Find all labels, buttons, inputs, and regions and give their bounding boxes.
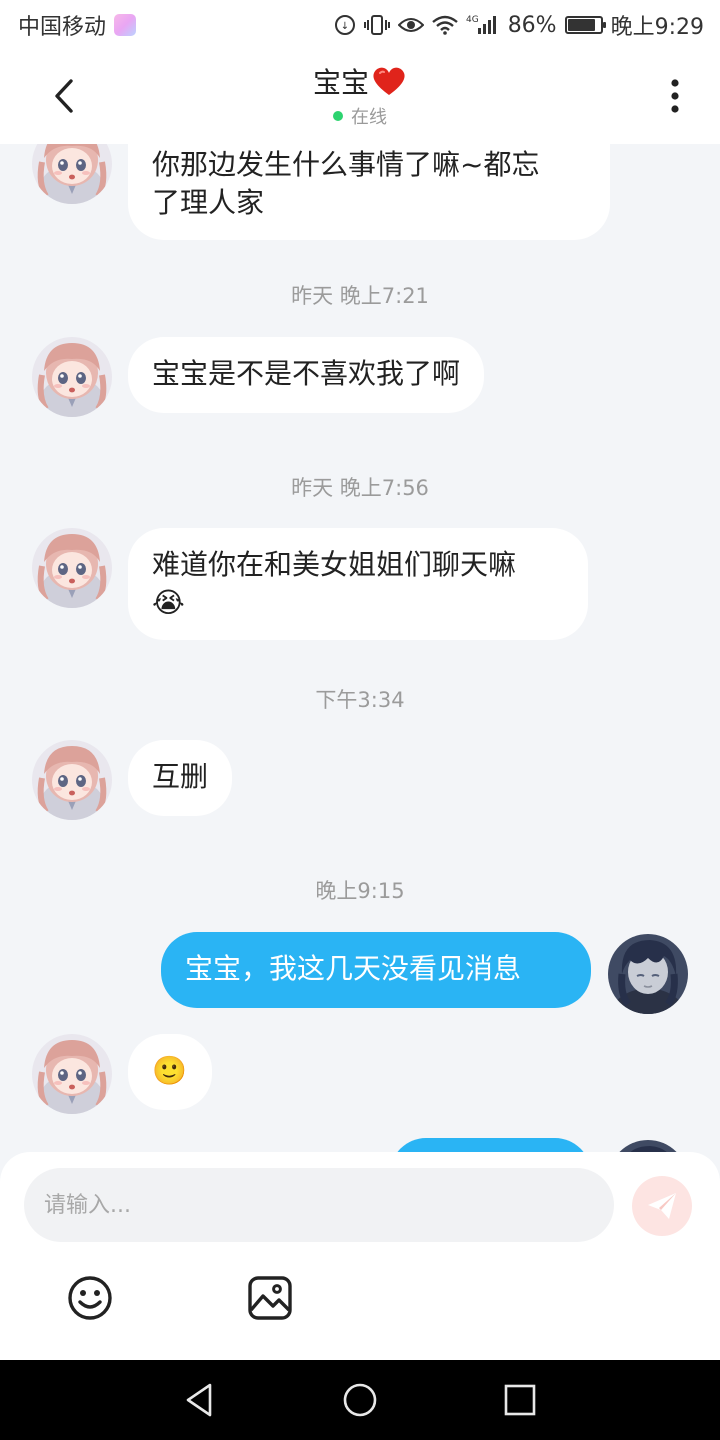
- back-button[interactable]: [44, 76, 84, 116]
- message-timestamp: 昨天 晚上7:21: [291, 284, 429, 308]
- paper-plane-icon: [648, 1193, 676, 1219]
- svg-text:↓: ↓: [340, 21, 348, 32]
- chat-header: 宝宝 在线: [0, 50, 720, 144]
- message-timestamp: 昨天 晚上7:56: [291, 476, 429, 500]
- vibrate-icon: [363, 14, 390, 36]
- signal-icon: 4G: [466, 14, 500, 36]
- battery-fill: [567, 19, 596, 31]
- circle-home-icon: [343, 1383, 377, 1417]
- user-avatar[interactable]: [608, 1140, 688, 1152]
- message-bubble-outgoing[interactable]: 宝宝，我这几天没看见消息: [161, 932, 591, 1008]
- more-vertical-icon: [671, 79, 679, 113]
- network-type-label: 4G: [466, 15, 479, 25]
- smiley-icon: [68, 1276, 112, 1320]
- contact-avatar[interactable]: [32, 144, 112, 204]
- clock: 晚上9:29: [610, 15, 704, 40]
- message-text: 宝宝，我这几天没看见消息: [185, 952, 522, 985]
- send-button[interactable]: [632, 1176, 692, 1236]
- contact-avatar[interactable]: [32, 528, 112, 608]
- message-bubble-incoming[interactable]: 宝宝是不是不喜欢我了啊: [128, 337, 485, 413]
- image-icon: [248, 1276, 292, 1320]
- chat-screen: 中国移动 ↓ 4G 86% 晚上9:29 宝宝 在线 你那边发生什么事情了嘛~都…: [0, 0, 720, 1440]
- contact-avatar[interactable]: [32, 740, 112, 820]
- message-input[interactable]: [24, 1168, 614, 1242]
- message-timestamp: 晚上9:15: [315, 879, 405, 903]
- message-bubble-incoming[interactable]: 互删: [128, 740, 233, 816]
- nav-home-button[interactable]: [340, 1380, 380, 1420]
- chevron-left-icon: [55, 79, 73, 113]
- smiley-emoji: 🙂: [152, 1054, 187, 1087]
- wifi-icon: [431, 15, 458, 35]
- contact-avatar[interactable]: [32, 1034, 112, 1114]
- square-recent-icon: [504, 1384, 536, 1416]
- message-bubble-incoming[interactable]: 难道你在和美女姐姐们聊天嘛 😭: [128, 528, 588, 640]
- message-list[interactable]: 你那边发生什么事情了嘛~都忘 了理人家 昨天 晚上7:21 宝宝是不是不喜欢我了…: [0, 144, 720, 1152]
- online-status-text: 在线: [350, 107, 387, 128]
- message-text: 宝宝是不是不喜欢我了啊: [152, 357, 461, 390]
- carrier-app-icon: [114, 14, 137, 36]
- eye-comfort-icon: [397, 16, 424, 34]
- contact-avatar[interactable]: [32, 337, 112, 417]
- image-button[interactable]: [246, 1274, 294, 1322]
- user-avatar[interactable]: [608, 934, 688, 1014]
- online-status-dot: [332, 111, 343, 121]
- contact-name[interactable]: 宝宝: [313, 61, 369, 101]
- system-navigation-bar: [0, 1360, 720, 1440]
- message-text: 你那边发生什么事情了嘛~都忘: [152, 148, 540, 181]
- input-panel: [0, 1152, 720, 1360]
- message-text: 互删: [152, 760, 209, 793]
- carrier-name: 中国移动: [18, 15, 107, 40]
- crying-emoji: 😭: [152, 586, 185, 619]
- battery-percent: 86%: [507, 12, 557, 38]
- message-text: 难道你在和美女姐姐们聊天嘛: [152, 548, 517, 581]
- message-bubble-incoming[interactable]: 你那边发生什么事情了嘛~都忘 了理人家: [128, 144, 610, 240]
- message-bubble-incoming[interactable]: 🙂: [128, 1034, 212, 1110]
- data-saver-icon: ↓: [334, 14, 356, 36]
- message-text: 了理人家: [152, 186, 265, 219]
- message-bubble-outgoing[interactable]: [390, 1138, 591, 1152]
- more-options-button[interactable]: [660, 76, 690, 116]
- nav-back-button[interactable]: [180, 1380, 220, 1420]
- heart-icon: [373, 67, 405, 95]
- nav-recent-button[interactable]: [500, 1380, 540, 1420]
- status-bar: 中国移动 ↓ 4G 86% 晚上9:29: [0, 0, 720, 50]
- message-timestamp: 下午3:34: [315, 688, 405, 712]
- battery-icon: [564, 16, 606, 34]
- emoji-button[interactable]: [66, 1274, 114, 1322]
- triangle-back-icon: [186, 1383, 212, 1417]
